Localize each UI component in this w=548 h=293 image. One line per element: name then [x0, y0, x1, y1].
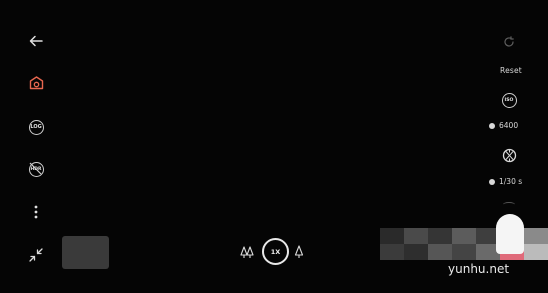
auto-indicator-icon [489, 178, 495, 185]
log-toggle[interactable]: LOG [27, 118, 45, 136]
shutter-speed-button[interactable] [500, 146, 518, 164]
aperture-icon [502, 148, 516, 162]
scroll-indicator [503, 202, 515, 207]
shutter-button[interactable] [496, 214, 524, 254]
shutter-value-row: 1/30 s [489, 177, 522, 186]
watermark-text: yunhu.net [448, 262, 510, 276]
camera-screen: { "left_bar": { "back_icon": "arrow-left… [0, 0, 548, 293]
reset-icon[interactable] [502, 35, 516, 49]
back-arrow-icon[interactable] [28, 33, 44, 49]
camera-mode-icon[interactable] [27, 74, 45, 92]
iso-button[interactable]: ISO [501, 92, 517, 108]
hdr-off-icon: HDR [28, 161, 44, 177]
wide-trees-icon[interactable] [240, 244, 254, 260]
iso-value-row: 6400 [489, 121, 518, 130]
shutter-value: 1/30 s [499, 177, 523, 186]
collapse-icon[interactable] [28, 247, 44, 263]
auto-indicator-icon [489, 122, 495, 129]
hdr-toggle[interactable]: HDR [27, 160, 45, 178]
gallery-thumbnail[interactable] [62, 236, 109, 269]
iso-icon: ISO [501, 92, 517, 108]
iso-value: 6400 [499, 121, 519, 130]
reset-button-label[interactable]: Reset [500, 66, 522, 75]
zoom-button[interactable]: 1X [262, 238, 289, 265]
more-options-icon[interactable] [30, 204, 42, 220]
tele-tree-icon[interactable] [293, 244, 305, 260]
log-icon: LOG [28, 119, 44, 135]
